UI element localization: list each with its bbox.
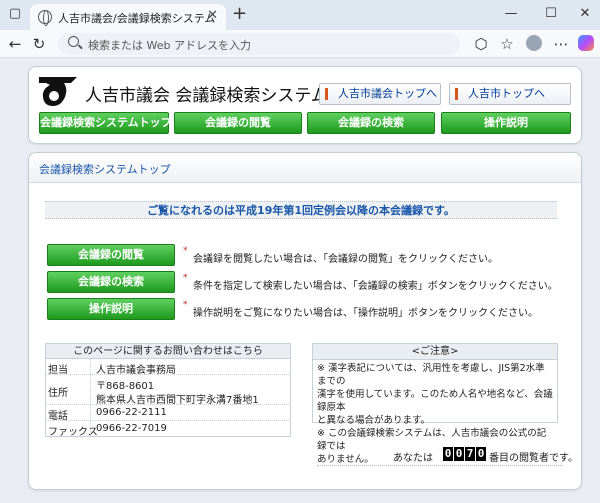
caution-box: <ご注意> ※ 漢字表記については、汎用性を考慮し、JIS第2水準までの 漢字を… [312,343,558,465]
site-header: 人吉市議会 会議録検索システム 人吉市議会トップへ 人吉市トップへ 会議録検索シ… [28,66,582,144]
back-icon[interactable]: ← [6,35,24,53]
search-icon [68,36,79,47]
browse-button[interactable]: 会議録の閲覧 [47,244,175,266]
browse-description: 会議録を閲覧したい場合は、「会議録の閲覧」をクリックください。 [193,254,498,265]
help-button[interactable]: 操作説明 [47,298,175,320]
web-page: 人吉市議会 会議録検索システム 人吉市議会トップへ 人吉市トップへ 会議録検索シ… [0,58,600,503]
refresh-icon[interactable]: ↻ [30,35,48,53]
availability-notice: ご覧になれるのは平成19年第1回定例会以降の本会議録です。 [45,201,557,219]
caution-line: と異なる場合があります。 [317,415,431,426]
favorites-icon[interactable]: ☆ [498,35,516,53]
more-icon[interactable]: ⋯ [552,35,570,53]
browser-tab-bar: ▢ 人吉市議会/会議録検索システム ✕ + — ☐ ✕ [0,0,600,30]
counter-digits: 0070 [443,447,487,461]
address-input[interactable]: 検索または Web アドレスを入力 [58,33,460,55]
section-title: 会議録検索システムトップ [39,163,171,176]
caution-line: 漢字を使用しています。このため人名や地名など、会議録原本 [317,389,553,413]
maximize-icon[interactable]: ☐ [542,6,560,22]
contact-value-line2: 熊本県人吉市西間下町字永溝7番地1 [96,395,259,406]
contact-value: 0966-22-7019 [96,423,167,434]
counter-suffix: 番目の閲覧者です。 [489,453,578,464]
counter-digit: 7 [465,447,475,461]
nav-help[interactable]: 操作説明 [441,112,571,134]
nav-browse[interactable]: 会議録の閲覧 [174,112,302,134]
globe-icon [38,10,52,26]
asterisk-icon: * [183,273,188,283]
council-top-link[interactable]: 人吉市議会トップへ [319,83,441,105]
new-tab-icon[interactable]: + [232,5,247,23]
council-top-label: 人吉市議会トップへ [338,87,437,100]
counter-prefix: あなたは [393,453,433,464]
counter-digit: 0 [476,447,486,461]
counter-digit: 0 [443,447,453,461]
main-content: 会議録検索システムトップ ご覧になれるのは平成19年第1回定例会以降の本会議録で… [28,152,582,490]
help-description: 操作説明をご覧になりたい場合は、「操作説明」ボタンをクリックください。 [193,308,538,319]
nav-search[interactable]: 会議録の検索 [307,112,435,134]
contact-value: 0966-22-2111 [96,407,167,418]
city-emblem-logo [39,77,77,106]
orange-bar-icon [455,88,458,100]
table-row: 住所 〒868-8601 熊本県人吉市西間下町字永溝7番地1 [45,375,291,406]
caution-line: ※ 漢字表記については、汎用性を考慮し、JIS第2水準までの [317,363,545,387]
counter-digit: 0 [454,447,464,461]
asterisk-icon: * [183,300,188,310]
close-tab-icon[interactable]: ✕ [207,8,218,23]
orange-bar-icon [325,88,328,100]
nav-system-top[interactable]: 会議録検索システムトップ [39,112,172,134]
section-heading: 会議録検索システムトップ [29,153,581,183]
city-top-label: 人吉市トップへ [468,87,545,100]
copilot-icon[interactable] [578,35,594,51]
minimize-icon[interactable]: — [502,6,520,22]
table-row: 電話 0966-22-2111 [45,405,291,422]
visitor-counter: あなたは 0070 番目の閲覧者です。 [317,444,578,466]
profile-avatar[interactable] [526,35,542,51]
caution-heading: <ご注意> [313,344,557,360]
address-bar-row: ← ↻ 検索または Web アドレスを入力 ⬡ ☆ ⋯ [0,30,600,58]
contact-heading: このページに関するお問い合わせはこちら [45,343,291,359]
browser-tab[interactable]: 人吉市議会/会議録検索システム ✕ [30,4,226,30]
table-row: ファックス 0966-22-7019 [45,421,291,438]
extensions-icon[interactable]: ⬡ [472,35,490,53]
search-button[interactable]: 会議録の検索 [47,271,175,293]
contact-table: このページに関するお問い合わせはこちら 担当 人吉市議会事務局 住所 〒868-… [45,343,291,438]
contact-label: 担当 [48,365,68,376]
tab-actions-icon[interactable]: ▢ [6,6,24,22]
tab-title: 人吉市議会/会議録検索システム [58,12,216,25]
table-row: 担当 人吉市議会事務局 [45,359,291,376]
contact-value: 人吉市議会事務局 [96,365,176,376]
address-placeholder: 検索または Web アドレスを入力 [88,39,251,52]
contact-value: 〒868-8601 [96,381,155,392]
city-top-link[interactable]: 人吉市トップへ [449,83,571,105]
contact-label: 住所 [48,388,68,399]
close-window-icon[interactable]: ✕ [576,6,594,22]
search-description: 条件を指定して検索したい場合は、「会議録の検索」ボタンをクリックください。 [193,281,558,292]
contact-label: 電話 [48,411,68,422]
asterisk-icon: * [183,246,188,256]
site-title: 人吉市議会 会議録検索システム [85,86,328,106]
